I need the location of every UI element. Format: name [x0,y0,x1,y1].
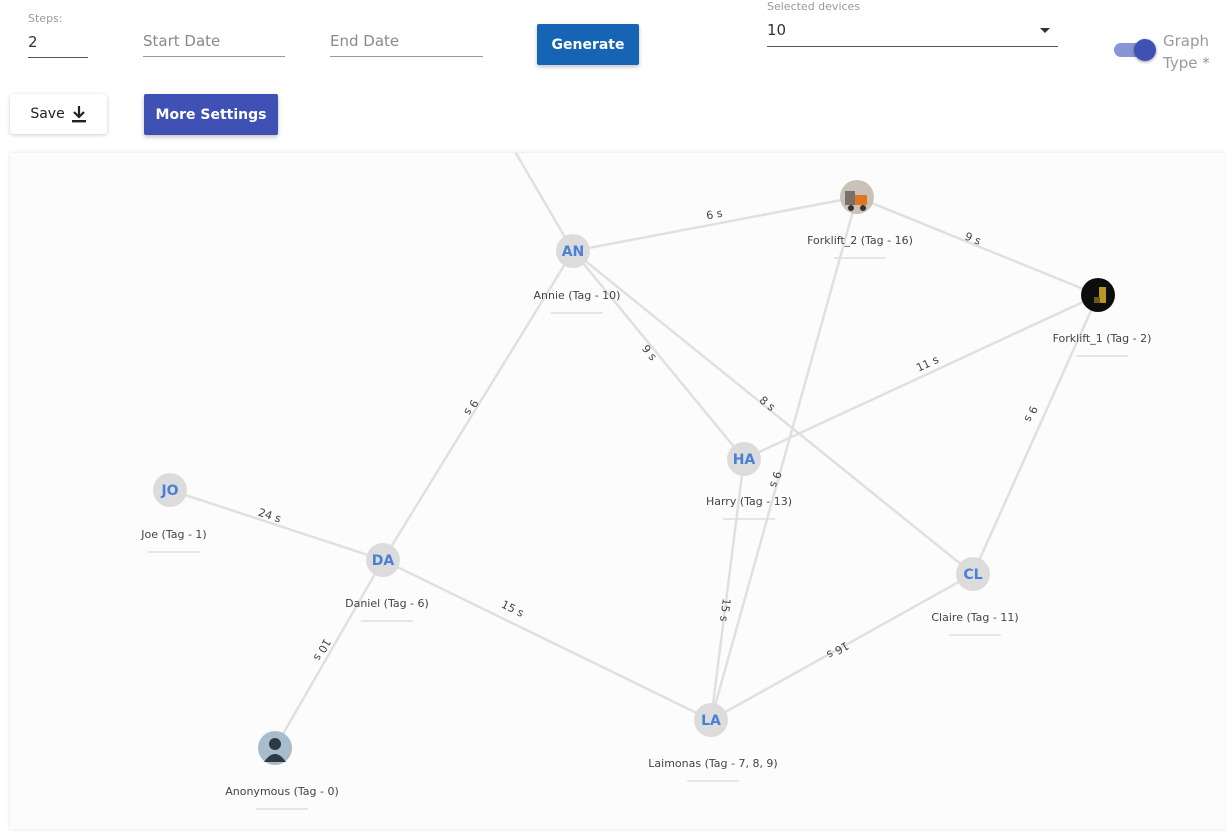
steps-label: Steps: [28,12,63,25]
node-initials: AN [562,244,585,260]
more-settings-button[interactable]: More Settings [144,94,278,135]
graph-canvas[interactable]: 6 s9 s9 s8 s9 s9 s 11 s9 s 15 s 24 s 15 s 10 … [10,153,1227,829]
edge-label: 9 s [1021,404,1040,424]
edge-label: 15 s [499,598,526,620]
graph-node-ha[interactable]: HA [727,442,761,476]
start-date-input[interactable] [143,28,285,57]
node-label: Laimonas (Tag - 7, 8, 9) [648,757,777,770]
forklift-icon[interactable] [840,180,874,214]
node-initials: JO [160,483,178,499]
edge-label: 16 s [824,639,851,662]
node-label: Annie (Tag - 10) [534,289,621,302]
devices-value: 10 [767,21,787,39]
edge-label: 6 s [705,207,724,223]
graph-edge-da-anon [273,559,385,749]
user-avatar-icon[interactable] [258,731,292,765]
edge-label: 10 s [310,636,333,663]
save-label: Save [30,106,65,122]
node-initials: DA [372,553,395,569]
end-date-input[interactable] [330,28,483,57]
graph-edge-an-cl [572,250,974,575]
node-label: Harry (Tag - 13) [706,495,792,508]
network-graph: 6 s9 s9 s8 s9 s9 s11 s9 s15 s24 s15 s10 … [140,153,1152,810]
edge-label: 15 s [717,598,733,623]
graph-type-label: Graph Type * [1163,32,1210,72]
download-icon [71,106,86,123]
start-date-field [143,28,285,57]
devices-label: Selected devices [767,0,861,13]
node-label: Forklift_2 (Tag - 16) [807,234,913,247]
graph-node-an[interactable]: AN [556,234,590,268]
graph-edge-ha-f1 [743,293,1099,461]
end-date-field [330,28,483,57]
graph-edge-da-la [382,558,712,722]
steps-input[interactable] [28,29,88,58]
forklift-icon[interactable] [1081,278,1115,312]
node-initials: CL [963,567,982,583]
node-initials: LA [701,713,721,729]
generate-button[interactable]: Generate [537,24,639,65]
node-label: Daniel (Tag - 6) [345,597,429,610]
node-label: Joe (Tag - 1) [140,528,206,541]
node-initials: HA [733,452,756,468]
node-label: Claire (Tag - 11) [931,611,1018,624]
graph-node-da[interactable]: DA [366,543,400,577]
edge-label: 9 s [963,230,983,248]
toggle-knob [1134,39,1156,61]
devices-select: Selected devices 10 [767,0,1058,47]
steps-field: Steps: [28,12,88,58]
edge-label: 11 s [914,353,941,375]
graph-edge-jo-da [169,488,384,562]
graph-edge-off-an [514,153,575,252]
edge-label: 9 s [461,397,481,418]
graph-node-jo[interactable]: JO [153,473,187,507]
edge-label: 9 s [639,342,660,363]
node-label: Anonymous (Tag - 0) [225,785,339,798]
graph-node-la[interactable]: LA [694,703,728,737]
chevron-down-icon [1040,28,1050,33]
save-button[interactable]: Save [10,94,107,134]
edge-label: 8 s [757,394,778,414]
edge-label: 9 s [767,470,784,489]
devices-dropdown[interactable]: 10 [767,19,1058,47]
node-label: Forklift_1 (Tag - 2) [1053,332,1152,345]
graph-node-cl[interactable]: CL [956,557,990,591]
graph-type-toggle[interactable] [1114,38,1156,62]
